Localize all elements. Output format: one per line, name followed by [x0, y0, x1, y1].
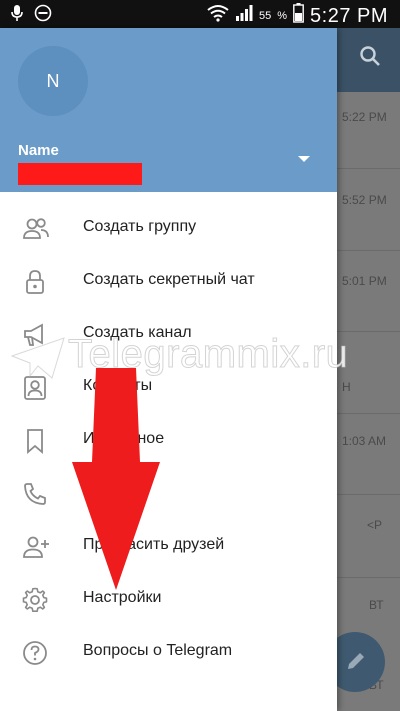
menu-item-new-channel[interactable]: Создать канал: [0, 308, 337, 361]
menu-item-label: Избранное: [83, 430, 165, 447]
menu-item-label: Вопросы о Telegram: [83, 642, 233, 659]
chat-divider: [337, 250, 400, 251]
battery-percent: 55: [258, 10, 272, 22]
drawer-header: N Name: [0, 28, 337, 192]
menu-item-label: Создать группу: [83, 218, 197, 235]
menu-item-label: Создать канал: [83, 324, 192, 341]
menu-item-invite-friends[interactable]: Пригласить друзей: [0, 520, 337, 573]
menu-item-calls[interactable]: Звонки: [0, 467, 337, 520]
chat-divider: [337, 494, 400, 495]
clock: 5:27 PM: [310, 4, 388, 27]
chat-list-background: 5:22 PM 5:52 PM 5:01 PM Н 1:03 AM <Р ВТ …: [337, 28, 400, 711]
do-not-disturb-icon: [34, 4, 52, 27]
redaction-bar: [18, 163, 142, 185]
chat-time: 1:03 AM: [342, 434, 387, 448]
status-bar: 55% 5:27 PM: [0, 0, 400, 28]
bookmark-icon: [22, 428, 48, 454]
menu-item-label: Контакты: [83, 377, 153, 394]
menu-item-saved[interactable]: Избранное: [0, 414, 337, 467]
menu-item-contacts[interactable]: Контакты: [0, 361, 337, 414]
chat-time: Н: [342, 380, 351, 394]
chat-time: ВТ: [369, 598, 384, 612]
user-name: Name: [18, 142, 59, 159]
navigation-drawer: N Name Создать группу Создать секретный …: [0, 28, 337, 711]
chevron-down-icon[interactable]: [298, 156, 310, 162]
menu-item-secret-chat[interactable]: Создать секретный чат: [0, 255, 337, 308]
chat-divider: [337, 577, 400, 578]
group-icon: [22, 216, 49, 242]
contact-icon: [22, 375, 48, 401]
chat-time: 5:01 PM: [342, 274, 387, 288]
chat-list-header: [337, 28, 400, 92]
menu-item-new-group[interactable]: Создать группу: [0, 202, 337, 255]
menu-item-faq[interactable]: Вопросы о Telegram: [0, 626, 337, 679]
menu-item-label: Пригласить друзей: [83, 536, 225, 553]
menu-item-label: Настройки: [83, 589, 162, 606]
chat-time: 5:22 PM: [342, 110, 387, 124]
lock-icon: [22, 269, 48, 295]
signal-icon: [235, 4, 253, 28]
chat-time: <Р: [367, 518, 383, 532]
help-icon: [22, 640, 48, 666]
phone-icon: [22, 481, 48, 507]
chat-divider: [337, 413, 400, 414]
chat-divider: [337, 331, 400, 332]
menu-item-label: Звонки: [83, 483, 135, 500]
search-icon[interactable]: [359, 45, 381, 72]
chat-divider: [337, 168, 400, 169]
menu-item-settings[interactable]: Настройки: [0, 573, 337, 626]
megaphone-icon: [22, 322, 48, 348]
battery-percent-sign: %: [277, 10, 288, 22]
menu-item-label: Создать секретный чат: [83, 271, 255, 288]
gear-icon: [22, 587, 48, 613]
chat-time: 5:52 PM: [342, 193, 387, 207]
pencil-icon: [348, 653, 364, 669]
mic-icon: [10, 4, 24, 27]
add-user-icon: [22, 534, 49, 560]
wifi-icon: [207, 4, 229, 28]
battery-icon: [293, 3, 304, 29]
avatar[interactable]: N: [18, 46, 88, 116]
